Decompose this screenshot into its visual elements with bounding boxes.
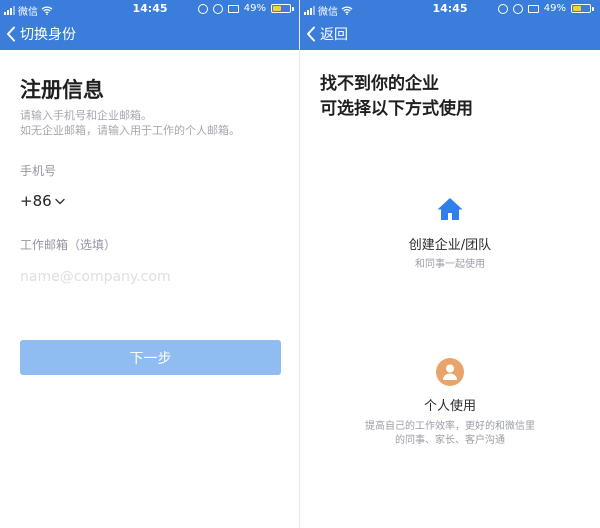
nav-bar: 返回: [300, 18, 600, 50]
house-icon: [437, 198, 463, 220]
email-label: 工作邮箱（选填）: [20, 238, 117, 252]
subtitle-line-2: 如无企业邮箱，请输入用于工作的个人邮箱。: [20, 124, 240, 137]
personal-desc-line-1: 提高自己的工作效率，更好的和微信里: [365, 421, 535, 432]
phone-label: 手机号: [20, 164, 57, 178]
chevron-down-icon: [54, 198, 65, 204]
back-button[interactable]: 返回: [306, 18, 348, 50]
screen-mirror-icon: [227, 4, 239, 13]
subtitle-line-1: 请输入手机号和企业邮箱。: [20, 109, 152, 122]
email-field[interactable]: [20, 266, 280, 288]
battery-icon: [271, 4, 294, 13]
personal-use-label: 个人使用: [423, 399, 476, 414]
status-bar: 微信 14:45 49%: [0, 0, 300, 18]
personal-desc-line-2: 的同事、家长、客户沟通: [395, 435, 505, 446]
rotation-lock-icon: [497, 3, 508, 14]
chevron-left-icon: [7, 26, 15, 42]
register-screen: 微信 14:45 49% 切换身份 注册信息 请输入手机号和企业邮箱。 如无企业…: [0, 0, 300, 528]
back-label: 返回: [320, 27, 348, 43]
create-team-desc: 和同事一起使用: [415, 259, 485, 270]
create-team-option[interactable]: 创建企业/团队 和同事一起使用: [300, 196, 600, 272]
chevron-left-icon: [307, 26, 315, 42]
battery-percent: 49%: [243, 3, 266, 14]
usage-options-screen: 微信 14:45 49% 返回 找不到你的企业 可选择以下方式使用 创建企业/团…: [300, 0, 600, 528]
battery-percent: 49%: [543, 3, 566, 14]
alarm-icon: [212, 3, 223, 14]
page-title: 注册信息: [20, 78, 104, 102]
person-icon: [436, 358, 464, 386]
nav-bar: 切换身份: [0, 18, 300, 50]
create-team-label: 创建企业/团队: [408, 238, 492, 253]
title-line-2: 可选择以下方式使用: [320, 99, 473, 119]
personal-use-option[interactable]: 个人使用 提高自己的工作效率，更好的和微信里 的同事、家长、客户沟通: [300, 358, 600, 448]
switch-identity-button[interactable]: 切换身份: [6, 18, 76, 50]
title-line-1: 找不到你的企业: [320, 74, 439, 94]
battery-icon: [571, 4, 594, 13]
next-button[interactable]: 下一步: [20, 340, 281, 375]
status-bar: 微信 14:45 49%: [300, 0, 600, 18]
personal-use-desc: 提高自己的工作效率，更好的和微信里 的同事、家长、客户沟通: [300, 420, 600, 448]
country-code-value: +86: [20, 192, 52, 210]
screen-mirror-icon: [527, 4, 539, 13]
alarm-icon: [512, 3, 523, 14]
back-label: 切换身份: [20, 27, 76, 43]
country-code-select[interactable]: +86: [20, 192, 65, 210]
rotation-lock-icon: [197, 3, 208, 14]
page-subtitle: 请输入手机号和企业邮箱。 如无企业邮箱，请输入用于工作的个人邮箱。: [20, 108, 290, 138]
page-title: 找不到你的企业 可选择以下方式使用: [320, 72, 473, 122]
